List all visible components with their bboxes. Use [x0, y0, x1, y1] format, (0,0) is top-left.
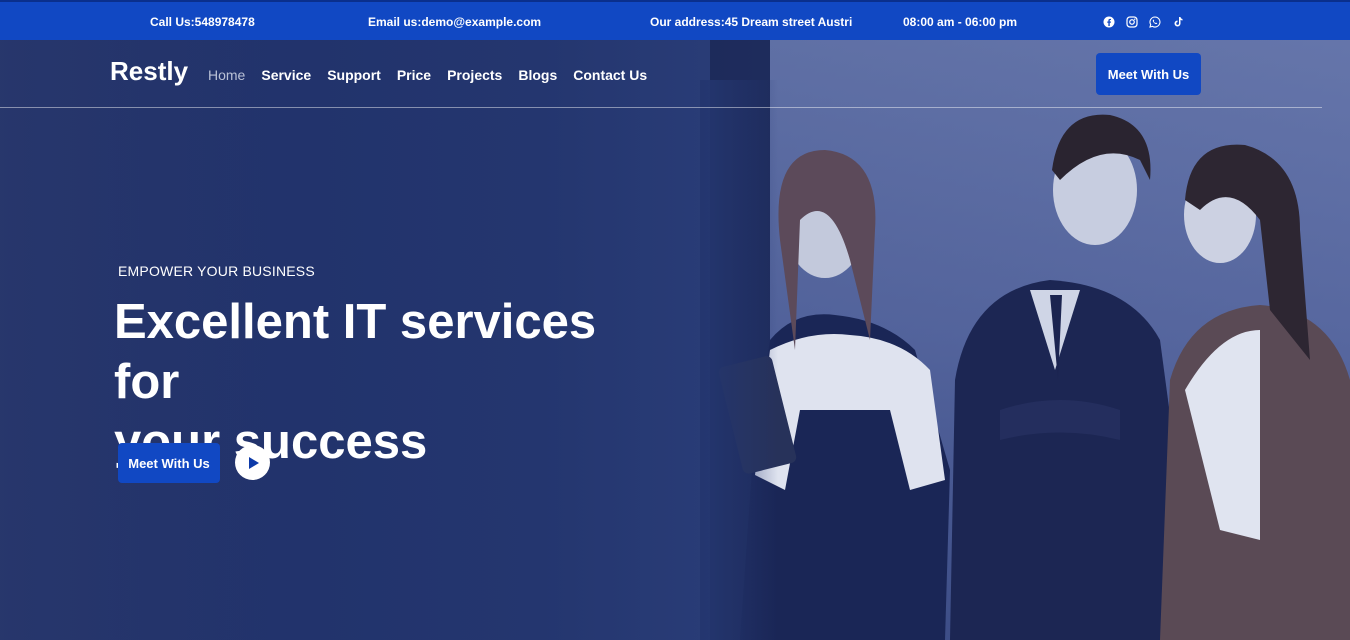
tiktok-icon[interactable] — [1171, 15, 1185, 29]
main-navigation: Restly Home Service Support Price Projec… — [0, 40, 1350, 108]
hero-meet-button[interactable]: Meet With Us — [118, 443, 220, 483]
nav-item-price[interactable]: Price — [397, 67, 431, 83]
hero-section: Restly Home Service Support Price Projec… — [0, 40, 1350, 640]
instagram-icon[interactable] — [1125, 15, 1139, 29]
address-text: Our address:45 Dream street Austri — [650, 15, 853, 29]
nav-item-contact-us[interactable]: Contact Us — [573, 67, 647, 83]
email-text[interactable]: Email us:demo@example.com — [368, 15, 541, 29]
play-icon — [248, 456, 259, 469]
play-video-button[interactable] — [235, 445, 270, 480]
nav-item-home[interactable]: Home — [208, 67, 245, 83]
whatsapp-icon[interactable] — [1148, 15, 1162, 29]
facebook-icon[interactable] — [1102, 15, 1116, 29]
social-links — [1102, 15, 1185, 29]
nav-item-support[interactable]: Support — [327, 67, 381, 83]
hero-image — [700, 80, 1350, 640]
hero-eyebrow: EMPOWER YOUR BUSINESS — [118, 263, 315, 279]
phone-text[interactable]: Call Us:548978478 — [150, 15, 255, 29]
hero-headline-line1: Excellent IT services for — [114, 295, 597, 409]
hours-text: 08:00 am - 06:00 pm — [903, 15, 1018, 29]
nav-divider — [0, 107, 1322, 108]
nav-menu: Home Service Support Price Projects Blog… — [208, 67, 647, 83]
nav-item-projects[interactable]: Projects — [447, 67, 502, 83]
top-info-bar: Call Us:548978478 Email us:demo@example.… — [0, 0, 1350, 40]
nav-item-service[interactable]: Service — [261, 67, 311, 83]
logo[interactable]: Restly — [110, 56, 188, 87]
nav-item-blogs[interactable]: Blogs — [518, 67, 557, 83]
nav-meet-button[interactable]: Meet With Us — [1096, 53, 1201, 95]
